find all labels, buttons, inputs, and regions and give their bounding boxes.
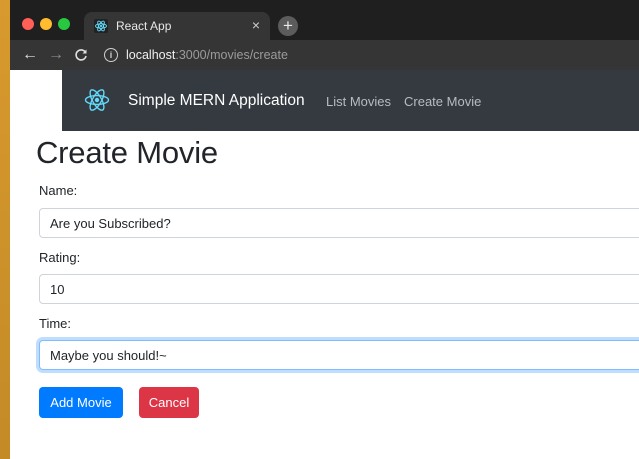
close-window-button[interactable]: [22, 18, 34, 30]
app-navbar: Simple MERN Application List Movies Crea…: [62, 70, 639, 131]
name-input[interactable]: [39, 208, 639, 238]
new-tab-button[interactable]: +: [278, 16, 298, 36]
add-movie-button[interactable]: Add Movie: [39, 387, 123, 418]
cancel-button[interactable]: Cancel: [139, 387, 199, 418]
tab-close-icon[interactable]: ×: [252, 17, 260, 33]
site-info-icon[interactable]: i: [104, 48, 118, 62]
url-host: localhost: [126, 48, 176, 62]
navbar-brand[interactable]: Simple MERN Application: [128, 92, 305, 110]
tab-strip: React App × +: [10, 0, 639, 40]
browser-tab[interactable]: React App ×: [84, 12, 270, 40]
reload-icon[interactable]: [74, 48, 88, 62]
name-label: Name:: [39, 183, 78, 198]
forward-arrow-icon[interactable]: →: [48, 46, 64, 64]
maximize-window-button[interactable]: [58, 18, 70, 30]
time-label: Time:: [39, 316, 72, 331]
back-arrow-icon[interactable]: ←: [22, 46, 38, 64]
nav-link-list-movies[interactable]: List Movies: [326, 94, 391, 109]
page-title: Create Movie: [36, 135, 218, 170]
url-path: :3000/movies/create: [175, 48, 288, 62]
address-bar[interactable]: localhost:3000/movies/create: [126, 48, 288, 62]
desktop-background: [0, 0, 10, 459]
rating-input[interactable]: [39, 274, 639, 304]
browser-toolbar: ← → i localhost:3000/movies/create: [10, 40, 639, 70]
react-icon[interactable]: [84, 87, 110, 113]
tab-title: React App: [116, 19, 172, 33]
time-input[interactable]: [39, 340, 639, 370]
react-favicon-icon: [94, 19, 108, 33]
nav-link-create-movie[interactable]: Create Movie: [404, 94, 481, 109]
browser-window: React App × + ← → i localhost:3000/movie…: [10, 0, 639, 459]
rating-label: Rating:: [39, 250, 81, 265]
minimize-window-button[interactable]: [40, 18, 52, 30]
